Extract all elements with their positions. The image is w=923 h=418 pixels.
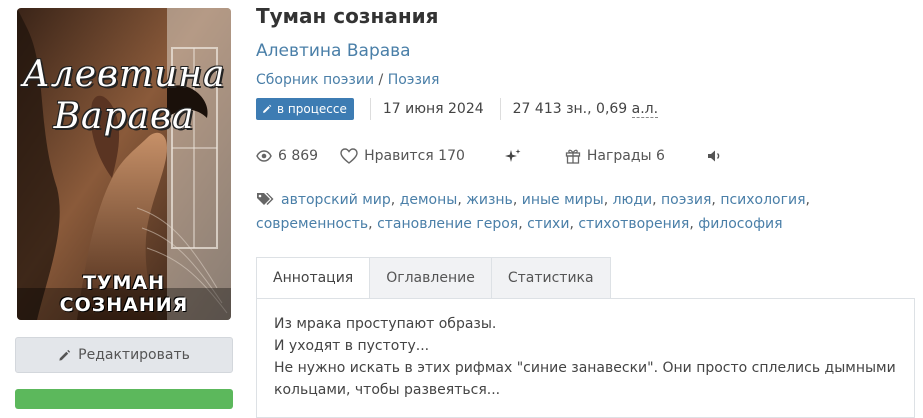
eye-icon	[256, 150, 272, 162]
annotation-line: Из мрака проступают образы.	[274, 316, 497, 332]
tag-link[interactable]: психология	[720, 192, 805, 208]
tag-link[interactable]: иные миры	[522, 192, 604, 208]
tag-link[interactable]: поэзия	[661, 192, 711, 208]
genre-line: Сборник поэзии / Поэзия	[256, 72, 439, 88]
tag-separator: ,	[805, 192, 810, 208]
tag-separator: ,	[652, 192, 662, 208]
audio-button[interactable]	[707, 149, 729, 163]
tag-link[interactable]: авторский мир	[281, 192, 391, 208]
tag-link[interactable]: философия	[698, 216, 782, 232]
tag-link[interactable]: люди	[613, 192, 653, 208]
tag-link[interactable]: жизнь	[466, 192, 513, 208]
author-sheets-unit[interactable]: а.л.	[631, 101, 659, 118]
genre-link[interactable]: Поэзия	[388, 72, 440, 88]
status-badge: в процессе	[256, 98, 354, 120]
sparkles-icon	[504, 149, 521, 162]
cover-title-text: ТУМАН СОЗНАНИЯ	[59, 272, 189, 316]
publish-date: 17 июня 2024	[382, 101, 484, 117]
edit-button-label: Редактировать	[78, 347, 190, 363]
awards-count: 6	[656, 148, 665, 164]
tag-separator: ,	[711, 192, 721, 208]
annotation-line: Не нужно искать в этих рифмах "синие зан…	[274, 360, 896, 398]
tab-statistics[interactable]: Статистика	[490, 257, 611, 298]
tag-separator: ,	[512, 192, 522, 208]
annotation-line: И уходят в пустоту...	[274, 338, 430, 354]
heart-icon	[340, 148, 358, 164]
tag-separator: ,	[368, 216, 378, 232]
divider	[499, 98, 501, 120]
book-meta: в процессе 17 июня 2024 27 413 зн., 0,69…	[256, 97, 659, 121]
likes-count: 170	[438, 148, 465, 164]
tag-separator: ,	[603, 192, 613, 208]
author-link[interactable]: Алевтина Варава	[256, 41, 411, 61]
tag-link[interactable]: современность	[256, 216, 368, 232]
char-count: 27 413 зн.,	[512, 101, 592, 117]
gift-icon	[565, 149, 581, 164]
awards-button[interactable]: Награды 6	[565, 148, 665, 164]
tag-link[interactable]: стихи	[527, 216, 569, 232]
sparkle-button[interactable]	[504, 148, 527, 164]
edit-button[interactable]: Редактировать	[15, 337, 233, 373]
tab-annotation[interactable]: Аннотация	[256, 257, 371, 298]
book-cover[interactable]: Алевтина Варава ТУМАН СОЗНАНИЯ	[17, 8, 231, 320]
tag-link[interactable]: демоны	[400, 192, 458, 208]
volume-icon	[707, 150, 720, 162]
tag-separator: ,	[390, 192, 400, 208]
likes-button[interactable]: Нравится 170	[340, 148, 465, 164]
divider	[369, 98, 371, 120]
awards-label: Награды	[586, 148, 652, 164]
stats-row: 6 869 Нравится 170 Награды 6	[256, 146, 729, 166]
tag-separator: ,	[518, 216, 528, 232]
cover-author-text: Алевтина Варава	[22, 54, 226, 137]
tab-contents[interactable]: Оглавление	[369, 257, 492, 298]
views-stat: 6 869	[256, 148, 318, 164]
pencil-icon	[59, 349, 71, 361]
genre-separator: /	[378, 72, 384, 88]
tag-separator: ,	[689, 216, 699, 232]
book-title: Туман сознания	[256, 4, 439, 28]
tags-list: авторский мир, демоны, жизнь, иные миры,…	[256, 188, 916, 236]
annotation-panel: Из мрака проступают образы. И уходят в п…	[256, 298, 915, 418]
pencil-icon	[263, 104, 272, 113]
status-label: в процессе	[277, 102, 347, 116]
tag-link[interactable]: становление героя	[377, 216, 518, 232]
collection-type-link[interactable]: Сборник поэзии	[256, 72, 374, 88]
primary-action-button[interactable]	[15, 389, 233, 409]
tag-link[interactable]: стихотворения	[578, 216, 689, 232]
tag-separator: ,	[457, 192, 467, 208]
likes-label: Нравится	[364, 148, 434, 164]
tags-icon	[257, 193, 274, 205]
author-sheets-value: 0,69	[596, 101, 628, 117]
info-tabs: Аннотация Оглавление Статистика	[256, 257, 611, 298]
tag-items: авторский мир, демоны, жизнь, иные миры,…	[256, 192, 810, 232]
views-count: 6 869	[278, 148, 319, 164]
